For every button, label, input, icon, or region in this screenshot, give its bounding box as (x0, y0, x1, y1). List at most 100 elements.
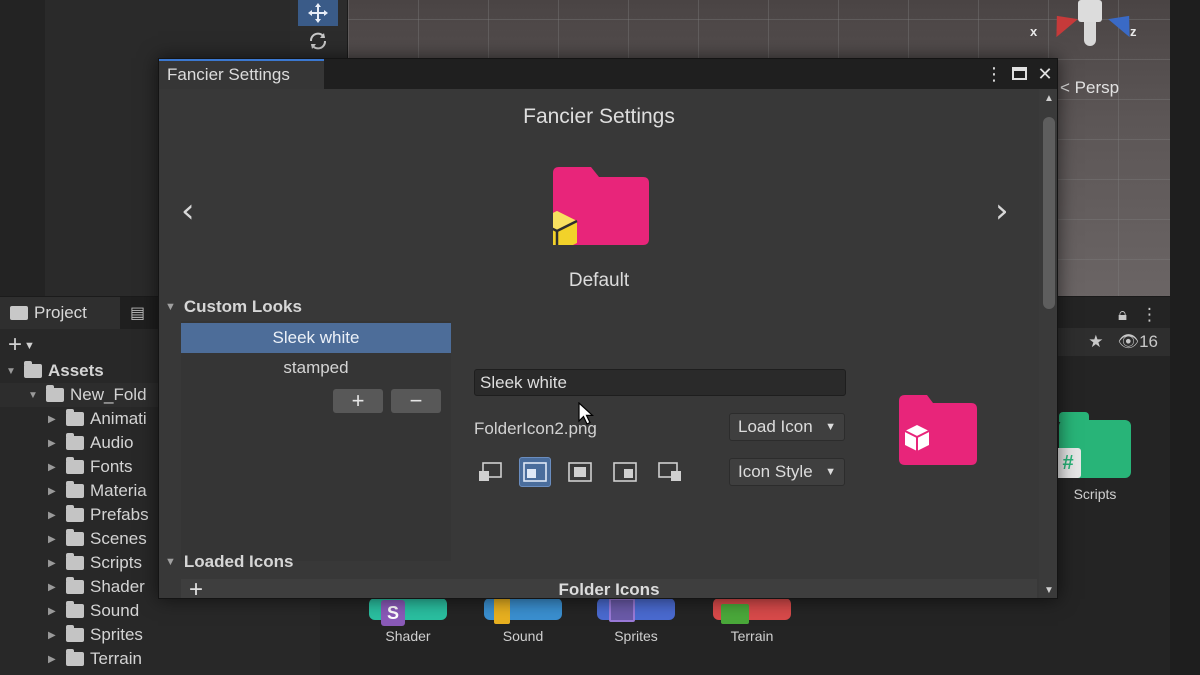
tree-item-label: Sprites (90, 625, 143, 644)
custom-looks-header[interactable]: ▼ Custom Looks (165, 295, 302, 319)
assets-filter-bar: ★ 👁︎16 (1040, 328, 1170, 356)
add-folder-icon-button[interactable]: + (189, 576, 204, 599)
rotate-icon (310, 32, 326, 50)
next-button[interactable]: › (995, 191, 1009, 231)
terrain-folder-icon (713, 598, 791, 624)
look-item-stamped[interactable]: stamped (181, 353, 451, 383)
persp-label[interactable]: < Persp (1060, 78, 1119, 98)
asset-tile-shader[interactable]: S Shader (358, 598, 458, 644)
visible-count: 16 (1139, 332, 1158, 351)
icon-style-dropdown[interactable]: Icon Style ▼ (729, 458, 845, 486)
tree-item-sound[interactable]: ▶ Sound (48, 599, 139, 623)
favorite-star-icon[interactable]: ★ (1088, 332, 1103, 352)
lock-icon[interactable]: 🔒︎ (1118, 305, 1127, 325)
previous-button[interactable]: ‹ (181, 191, 195, 231)
tree-item-audio[interactable]: ▶ Audio (48, 431, 133, 455)
collapsed-arrow-icon[interactable]: ▶ (48, 534, 60, 545)
folder-icon (46, 385, 64, 402)
tree-item-label: New_Fold (70, 385, 147, 404)
plus-icon: + (189, 576, 204, 599)
add-look-button[interactable]: + (333, 388, 383, 413)
tree-item-prefabs[interactable]: ▶ Prefabs (48, 503, 149, 527)
tree-item-scenes[interactable]: ▶ Scenes (48, 527, 147, 551)
rotate-tool-button[interactable] (298, 28, 338, 54)
collapsed-arrow-icon[interactable]: ▶ (48, 462, 60, 473)
tree-item-assets[interactable]: ▼ Assets (6, 359, 104, 383)
collapsed-arrow-icon[interactable]: ▶ (48, 558, 60, 569)
scrollbar-thumb[interactable] (1043, 117, 1055, 309)
loaded-icons-header[interactable]: ▼ Loaded Icons (165, 550, 293, 574)
scroll-up-icon[interactable]: ▲ (1044, 93, 1054, 104)
project-tab[interactable]: Project (0, 297, 120, 329)
collapsed-arrow-icon[interactable]: ▶ (48, 486, 60, 497)
minus-icon: − (409, 388, 423, 413)
expanded-arrow-icon[interactable]: ▼ (28, 390, 40, 401)
collapsed-arrow-icon[interactable]: ▶ (48, 582, 60, 593)
mouse-cursor-icon (578, 402, 594, 425)
collapsed-arrow-icon[interactable]: ▶ (48, 606, 60, 617)
tree-item-shader[interactable]: ▶ Shader (48, 575, 145, 599)
asset-tile-terrain[interactable]: Terrain (702, 598, 802, 644)
tree-item-materials[interactable]: ▶ Materia (48, 479, 147, 503)
preview-style-label: Default (568, 270, 630, 291)
remove-look-button[interactable]: − (391, 388, 441, 413)
style-bottom-left-button[interactable] (474, 457, 506, 487)
tree-item-sprites[interactable]: ▶ Sprites (48, 623, 143, 647)
folder-icons-title: Folder Icons (558, 580, 660, 599)
move-tool-button[interactable] (298, 0, 338, 26)
window-tab[interactable]: Fancier Settings (159, 59, 324, 89)
style-bottom-right-button[interactable] (654, 457, 686, 487)
layout-inset-left-icon (523, 462, 547, 482)
maximize-button[interactable] (1011, 64, 1027, 85)
asset-tile-label: Sound (502, 628, 544, 644)
scroll-down-icon[interactable]: ▼ (1044, 585, 1054, 596)
tree-item-fonts[interactable]: ▶ Fonts (48, 455, 133, 479)
collapsed-arrow-icon[interactable]: ▶ (48, 510, 60, 521)
asset-tile-sprites[interactable]: Sprites (586, 598, 686, 644)
style-inset-left-button[interactable] (519, 457, 551, 487)
kebab-menu-icon[interactable]: ⋮ (1141, 305, 1158, 325)
layout-bottom-right-icon (658, 462, 681, 481)
collapsed-arrow-icon[interactable]: ▶ (48, 654, 60, 665)
asset-tile-sound[interactable]: Sound (473, 598, 573, 644)
visibility-toggle[interactable]: 👁︎16 (1117, 332, 1158, 352)
folder-icon (66, 649, 84, 666)
gizmo-y-cone[interactable] (1084, 22, 1096, 46)
asset-tile-label: Scripts (1073, 486, 1117, 502)
folder-icon (66, 457, 84, 474)
scripts-folder-icon: # (1055, 412, 1131, 478)
tree-item-animations[interactable]: ▶ Animati (48, 407, 147, 431)
create-asset-button[interactable]: + ▼ (8, 331, 35, 359)
console-tab-icon[interactable]: ▤ (130, 303, 145, 323)
orientation-gizmo[interactable]: x z (1030, 0, 1150, 60)
collapsed-arrow-icon[interactable]: ▶ (48, 438, 60, 449)
asset-tile-label: Terrain (730, 628, 774, 644)
gizmo-x-cone[interactable] (1046, 6, 1078, 38)
move-icon (308, 3, 328, 23)
close-button[interactable]: ✕ (1037, 64, 1053, 85)
look-item-sleek-white[interactable]: Sleek white (181, 323, 451, 353)
tree-item-scripts[interactable]: ▶ Scripts (48, 551, 142, 575)
asset-tile-scripts[interactable]: # Scripts (1045, 412, 1145, 502)
kebab-menu-icon[interactable]: ⋮ (985, 64, 1003, 85)
section-title: Custom Looks (183, 297, 302, 316)
expanded-arrow-icon[interactable]: ▼ (6, 366, 18, 377)
style-inset-right-button[interactable] (609, 457, 641, 487)
tree-item-label: Materia (90, 481, 147, 500)
dropdown-label: Load Icon (738, 417, 813, 436)
folder-icon (24, 361, 42, 378)
folder-icon (66, 505, 84, 522)
window-titlebar[interactable]: Fancier Settings ⋮ ✕ (159, 59, 1057, 89)
look-name-input[interactable]: Sleek white (474, 369, 846, 396)
tree-item-terrain[interactable]: ▶ Terrain (48, 647, 142, 671)
folder-icons-bar: Folder Icons + (181, 576, 1037, 599)
right-edge-panel (1170, 0, 1200, 675)
load-icon-dropdown[interactable]: Load Icon ▼ (729, 413, 845, 441)
asset-tile-label: Shader (385, 628, 431, 644)
collapsed-arrow-icon[interactable]: ▶ (48, 630, 60, 641)
gizmo-cube[interactable] (1078, 0, 1102, 22)
style-center-button[interactable] (564, 457, 596, 487)
window-scrollbar[interactable]: ▲ ▼ (1039, 89, 1057, 598)
collapsed-arrow-icon[interactable]: ▶ (48, 414, 60, 425)
assets-panel-toolbar: 🔒︎ ⋮ (1040, 300, 1170, 330)
